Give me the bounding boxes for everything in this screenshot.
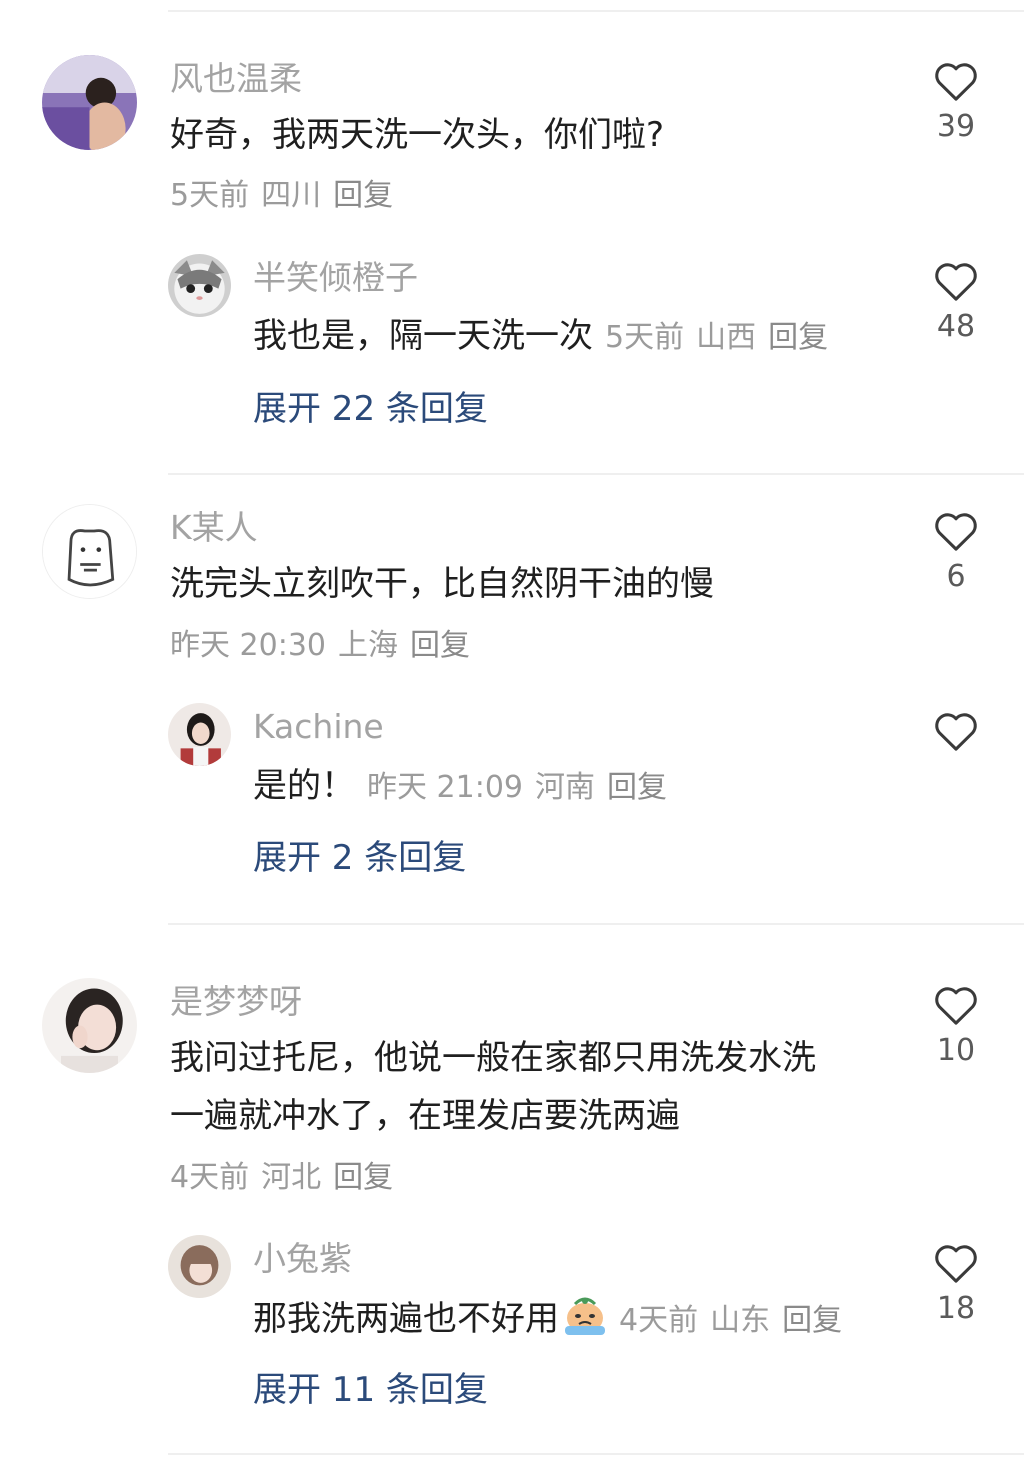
reply-button[interactable]: 回复 [333, 178, 393, 213]
avatar[interactable] [168, 1235, 231, 1298]
reply-button[interactable]: 回复 [607, 770, 667, 805]
divider [168, 10, 1024, 12]
reply-time: 昨天 21:09 [367, 770, 523, 805]
reply-location: 山东 [710, 1303, 771, 1338]
like-count: 10 [936, 1033, 976, 1068]
comment-location: 河北 [261, 1160, 322, 1195]
like-count: 6 [946, 559, 966, 594]
comment-location: 四川 [261, 178, 322, 213]
heart-outline-icon [935, 63, 977, 101]
like-count: 39 [936, 109, 976, 144]
like-button[interactable]: 48 [926, 260, 986, 342]
heart-outline-icon [935, 713, 977, 751]
comment-meta: 4天前 河北 回复 [170, 1163, 393, 1193]
expand-replies-link[interactable]: 展开 2 条回复 [253, 841, 466, 875]
like-button[interactable]: 18 [926, 1242, 986, 1324]
comment-text: 洗完头立刻吹干，比自然阴干油的慢 [170, 564, 714, 604]
comment-meta: 5天前 四川 回复 [170, 181, 393, 211]
heart-outline-icon [935, 513, 977, 551]
reply-text: 我也是，隔一天洗一次 5天前 山西 回复 [253, 316, 828, 357]
reply-username[interactable]: 半笑倾橙子 [253, 261, 418, 294]
comment-meta: 昨天 20:30 上海 回复 [170, 631, 470, 661]
comment-text: 好奇，我两天洗一次头，你们啦? [170, 115, 665, 155]
comment-time: 4天前 [170, 1160, 250, 1195]
reply-button[interactable]: 回复 [768, 320, 828, 355]
heart-outline-icon [935, 263, 977, 301]
reply-button[interactable]: 回复 [782, 1303, 842, 1338]
like-count: 18 [936, 1291, 976, 1326]
avatar[interactable] [168, 254, 231, 317]
reply-button[interactable]: 回复 [333, 1160, 393, 1195]
like-button[interactable]: 39 [926, 60, 986, 142]
reply-text: 是的！ 昨天 21:09 河南 回复 [253, 766, 667, 807]
reply-meta: 4天前 山东 回复 [619, 1303, 842, 1338]
expand-replies-link[interactable]: 展开 11 条回复 [253, 1373, 488, 1407]
reply-time: 4天前 [619, 1303, 699, 1338]
like-count: 48 [936, 309, 976, 344]
reply-location: 河南 [535, 770, 595, 805]
avatar[interactable] [42, 55, 137, 150]
like-button[interactable]: 6 [926, 510, 986, 592]
reply-username[interactable]: 小兔紫 [253, 1242, 352, 1275]
reply-username[interactable]: Kachine [253, 710, 384, 743]
like-button[interactable]: 10 [926, 984, 986, 1066]
comment-text-line-2: 一遍就冲水了，在理发店要洗两遍 [170, 1096, 680, 1136]
avatar[interactable] [168, 703, 231, 766]
comment-text-line-1: 我问过托尼，他说一般在家都只用洗发水洗 [170, 1038, 816, 1078]
comment-time: 5天前 [170, 178, 250, 213]
reply-text-content: 那我洗两遍也不好用 [253, 1299, 559, 1339]
comment-username[interactable]: 是梦梦呀 [170, 985, 302, 1018]
reply-text-content: 我也是，隔一天洗一次 [253, 316, 593, 356]
divider [168, 923, 1024, 925]
divider [168, 473, 1024, 475]
reply-button[interactable]: 回复 [410, 628, 470, 663]
comment-location: 上海 [338, 628, 398, 663]
crying-emoji-icon [565, 1297, 605, 1335]
reply-text-content: 是的！ [253, 766, 355, 806]
comment-username[interactable]: K某人 [170, 511, 258, 544]
comment-username[interactable]: 风也温柔 [170, 62, 302, 95]
reply-time: 5天前 [605, 320, 685, 355]
reply-location: 山西 [696, 320, 757, 355]
heart-outline-icon [935, 987, 977, 1025]
expand-replies-link[interactable]: 展开 22 条回复 [253, 392, 488, 426]
like-button[interactable] [926, 710, 986, 762]
divider [168, 1453, 1024, 1455]
heart-outline-icon [935, 1245, 977, 1283]
reply-text: 那我洗两遍也不好用 4天前 山东 回复 [253, 1296, 842, 1340]
comment-time: 昨天 20:30 [170, 628, 326, 663]
avatar[interactable] [42, 978, 137, 1073]
reply-meta: 5天前 山西 回复 [605, 320, 828, 355]
avatar[interactable] [42, 504, 137, 599]
reply-meta: 昨天 21:09 河南 回复 [367, 770, 667, 805]
